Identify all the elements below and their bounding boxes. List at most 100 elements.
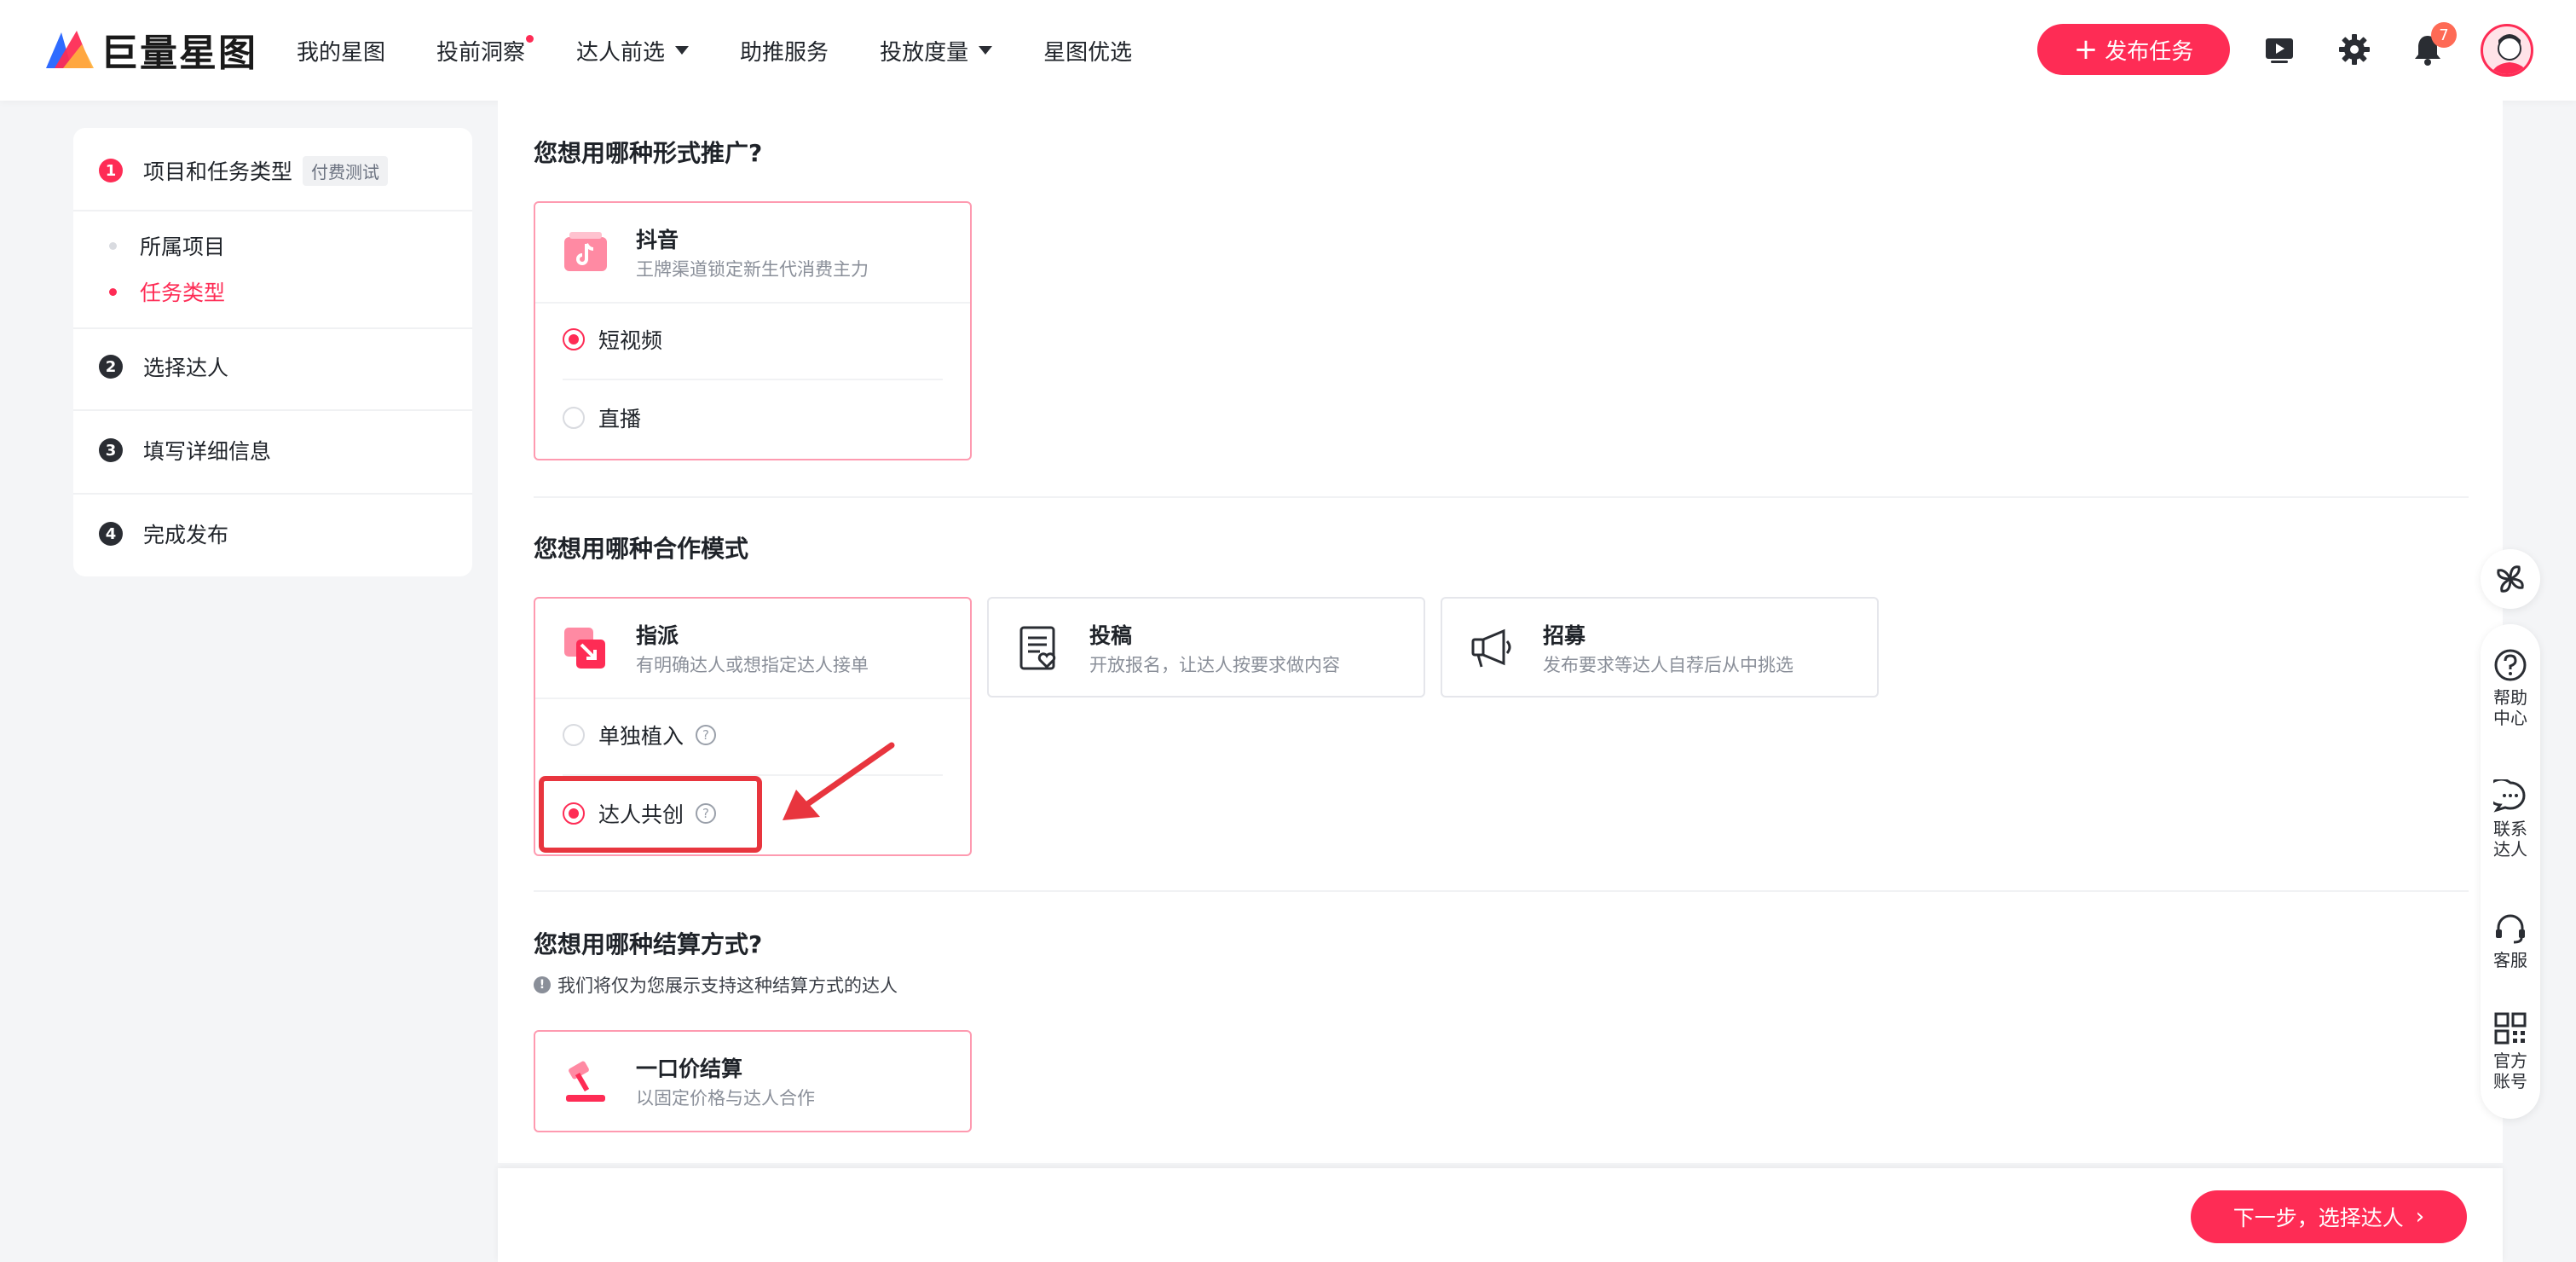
publish-label: 发布任务 [2105, 38, 2194, 65]
step-number: 3 [99, 438, 123, 462]
nav-item-ad-measure[interactable]: 投放度量 [880, 35, 993, 67]
radio-unchecked[interactable] [563, 407, 585, 429]
next-step-button[interactable]: 下一步，选择达人 › [2191, 1190, 2467, 1243]
step-label: 完成发布 [143, 523, 229, 547]
option-label: 短视频 [598, 328, 663, 353]
platform-card-douyin[interactable]: 抖音 王牌渠道锁定新生代消费主力 短视频 直播 [534, 201, 972, 460]
section-divider [534, 890, 2469, 892]
step-label: 项目和任务类型 [143, 159, 293, 184]
settlement-card-fixed-price[interactable]: 一口价结算 以固定价格与达人合作 [534, 1030, 972, 1132]
publish-task-button[interactable]: + 发布任务 [2037, 24, 2230, 75]
brand-logo[interactable]: 巨量星图 [43, 26, 257, 75]
brand-name: 巨量星图 [101, 32, 257, 75]
divider [535, 698, 970, 699]
nav-label: 助推服务 [740, 39, 829, 66]
radio-checked[interactable] [563, 328, 585, 350]
divider [73, 409, 472, 411]
gavel-icon [566, 1061, 605, 1102]
option-solo-placement[interactable]: 单独植入 ? [563, 720, 717, 750]
divider [563, 379, 943, 380]
option-label: 单独植入 [598, 724, 684, 749]
option-live[interactable]: 直播 [563, 402, 641, 433]
nav-item-xingtu-select[interactable]: 星图优选 [1043, 35, 1132, 67]
step-select-creator[interactable]: 2 选择达人 [99, 351, 228, 382]
card-desc: 王牌渠道锁定新生代消费主力 [636, 259, 869, 280]
nav-item-pre-insight[interactable]: 投前洞察 [436, 34, 534, 67]
official-account-button[interactable]: 官方账号 [2481, 1011, 2540, 1091]
float-label: 帮助中心 [2493, 687, 2527, 728]
pinwheel-button[interactable] [2481, 549, 2540, 609]
divider [73, 493, 472, 495]
contact-creator-button[interactable]: 联系达人 [2481, 779, 2540, 860]
nav-label: 星图优选 [1043, 39, 1133, 66]
sub-step-label: 所属项目 [140, 234, 226, 259]
float-label: 客服 [2493, 950, 2527, 970]
sub-step-label: 任务类型 [140, 281, 226, 305]
radio-unchecked[interactable] [563, 724, 585, 746]
document-heart-icon [1019, 626, 1056, 670]
help-center-button[interactable]: 帮助中心 [2481, 648, 2540, 728]
douyin-icon [564, 232, 607, 271]
card-desc: 以固定价格与达人合作 [636, 1088, 815, 1109]
card-name: 一口价结算 [636, 1056, 743, 1081]
customer-service-button[interactable]: 客服 [2481, 911, 2540, 970]
next-step-label: 下一步，选择达人 [2232, 1206, 2404, 1230]
task-stepper: 1 项目和任务类型 付费测试 所属项目 任务类型 2 选择达人 3 填写详细信息… [73, 128, 472, 576]
plus-icon: + [2073, 32, 2099, 67]
annotation-highlight-box [539, 776, 762, 853]
assign-icon [564, 628, 605, 669]
step-publish[interactable]: 4 完成发布 [99, 518, 228, 549]
caret-down-icon [979, 46, 993, 55]
avatar[interactable] [2481, 24, 2533, 77]
gear-icon[interactable] [2336, 31, 2373, 68]
chat-icon [2493, 779, 2526, 813]
info-icon: ! [534, 976, 551, 993]
step-number: 4 [99, 522, 123, 546]
annotation-arrow-icon [783, 742, 895, 820]
step-fill-details[interactable]: 3 填写详细信息 [99, 435, 271, 466]
coop-card-recruit[interactable]: 招募 发布要求等达人自荐后从中挑选 [1441, 597, 1879, 698]
nav-item-my-xingtu[interactable]: 我的星图 [297, 35, 385, 67]
nav-label: 投放度量 [880, 39, 969, 66]
sub-step-project[interactable]: 所属项目 [109, 230, 226, 261]
step-number: 2 [99, 355, 123, 379]
floating-help-bar: 帮助中心 联系达人 客服 官方账号 [2481, 624, 2540, 1119]
megaphone-icon [1471, 628, 1511, 668]
help-icon [2494, 649, 2527, 681]
question-icon[interactable]: ? [696, 725, 717, 745]
card-header: 一口价结算 以固定价格与达人合作 [535, 1032, 970, 1131]
chevron-right-icon: › [2415, 1204, 2425, 1230]
nav-item-creator-preselect[interactable]: 达人前选 [576, 35, 690, 67]
logo-mark-icon [46, 31, 94, 68]
coop-card-submission[interactable]: 投稿 开放报名，让达人按要求做内容 [987, 597, 1425, 698]
option-label: 直播 [598, 407, 642, 431]
float-label: 官方账号 [2493, 1051, 2527, 1091]
divider [73, 327, 472, 329]
step-label: 选择达人 [143, 356, 229, 380]
card-name: 指派 [636, 623, 679, 648]
card-header: 指派 有明确达人或想指定达人接单 [535, 599, 970, 698]
card-header: 招募 发布要求等达人自荐后从中挑选 [1442, 599, 1877, 698]
card-desc: 有明确达人或想指定达人接单 [636, 655, 869, 675]
step-label: 填写详细信息 [143, 439, 272, 464]
qrcode-icon [2494, 1012, 2527, 1045]
card-header: 抖音 王牌渠道锁定新生代消费主力 [535, 203, 970, 302]
card-desc: 发布要求等达人自荐后从中挑选 [1543, 655, 1793, 675]
step-project-task-type[interactable]: 1 项目和任务类型 付费测试 [99, 155, 389, 186]
paid-test-tag: 付费测试 [303, 155, 389, 186]
new-dot [526, 34, 534, 43]
section-divider [534, 496, 2469, 498]
divider [535, 302, 970, 304]
hint-text: 我们将仅为您展示支持这种结算方式的达人 [557, 975, 898, 996]
float-label: 联系达人 [2493, 819, 2527, 860]
nav-label: 投前洞察 [436, 39, 526, 66]
nav-label: 达人前选 [576, 39, 666, 66]
step-number: 1 [99, 159, 123, 182]
sub-step-task-type[interactable]: 任务类型 [109, 276, 226, 307]
card-name: 投稿 [1089, 623, 1133, 648]
step-dot [109, 287, 117, 296]
option-short-video[interactable]: 短视频 [563, 324, 662, 355]
nav-item-boost-service[interactable]: 助推服务 [740, 35, 829, 67]
video-icon[interactable] [2261, 31, 2298, 68]
headset-icon [2496, 914, 2525, 944]
